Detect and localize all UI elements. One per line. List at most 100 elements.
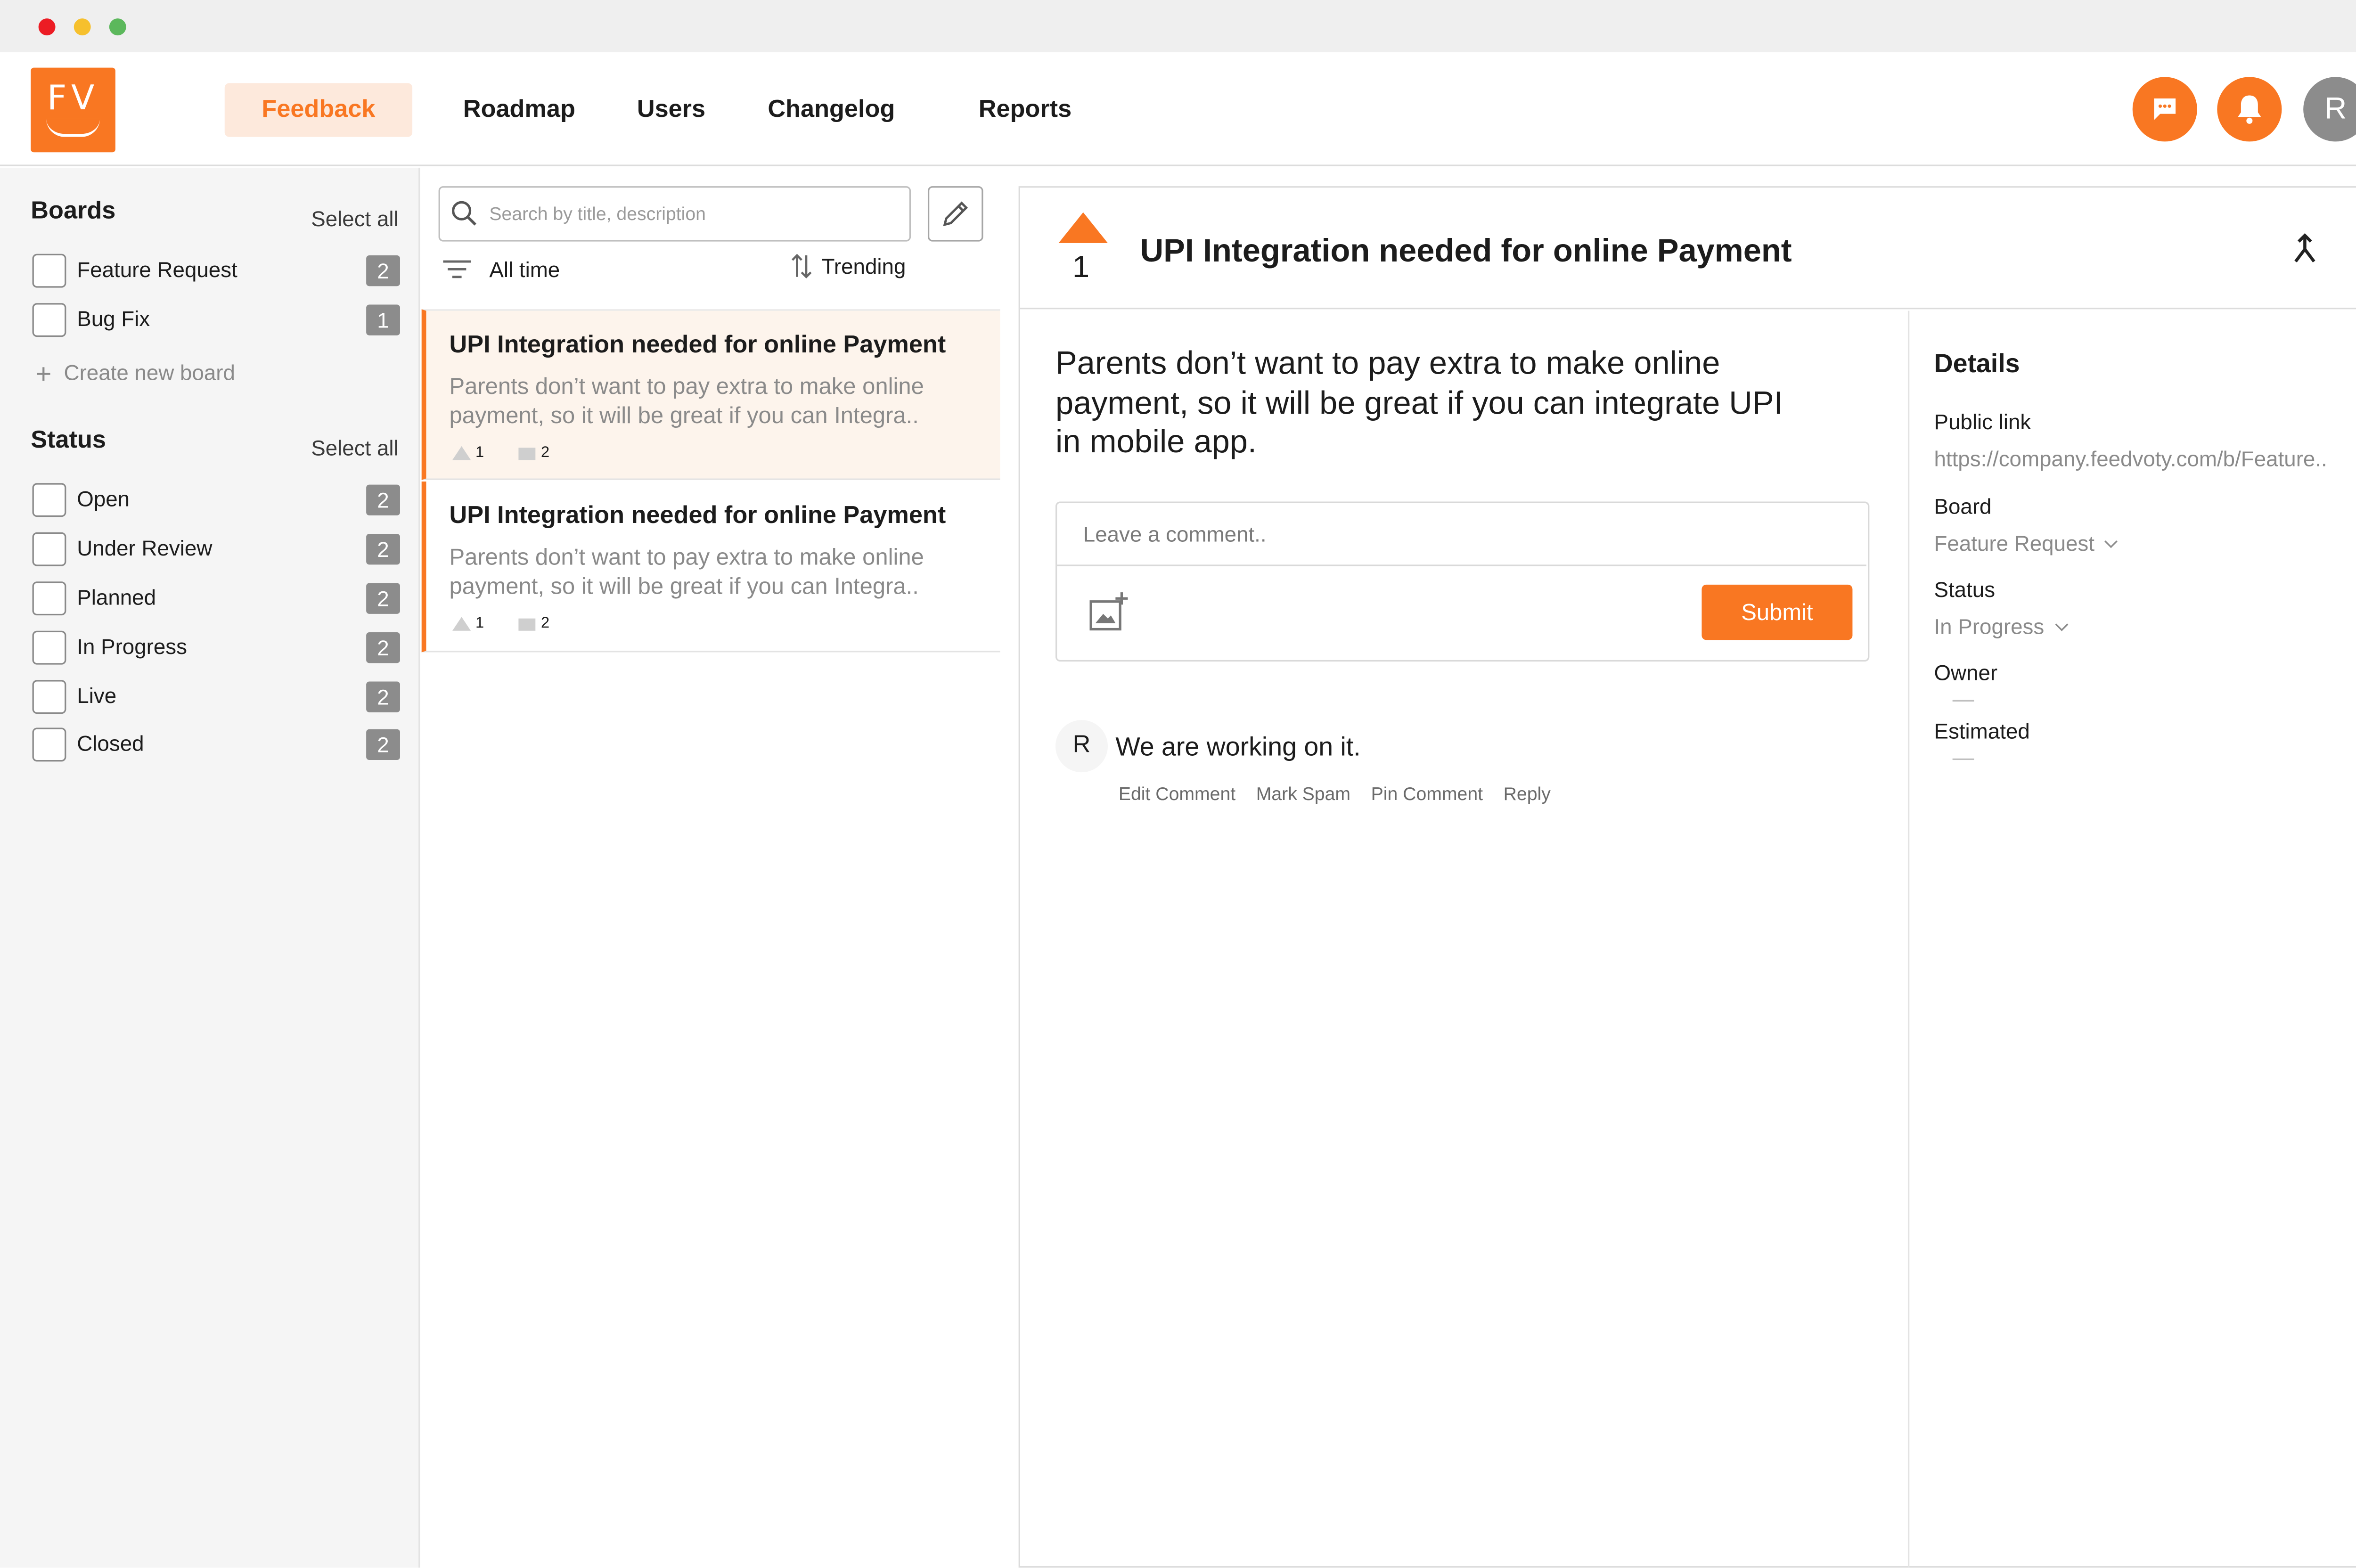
mark-spam-link[interactable]: Mark Spam: [1256, 783, 1350, 805]
notifications-button[interactable]: [2217, 77, 2282, 142]
plus-icon: +: [35, 358, 52, 390]
board-label: Board: [1934, 494, 1992, 519]
upvote-icon: [452, 446, 471, 460]
count-badge: 1: [366, 304, 400, 335]
count-badge: 2: [366, 632, 400, 663]
details-heading: Details: [1934, 349, 2020, 379]
create-board-label: Create new board: [64, 360, 235, 385]
comment-composer: Submit: [1055, 501, 1870, 662]
window-minimize-button[interactable]: [74, 18, 91, 36]
status-label: Live: [77, 683, 117, 708]
detail-vote-count: 1: [1072, 251, 1090, 285]
post-meta: 1 2: [452, 615, 549, 632]
new-post-button[interactable]: [927, 186, 983, 242]
checkbox[interactable]: [32, 581, 66, 616]
status-item-in-progress[interactable]: In Progress 2: [32, 629, 400, 666]
nav-changelog[interactable]: Changelog: [768, 83, 895, 137]
time-filter[interactable]: All time: [443, 254, 560, 285]
post-meta: 1 2: [452, 445, 549, 462]
boards-select-all[interactable]: Select all: [311, 206, 399, 231]
board-item-feature-request[interactable]: Feature Request 2: [32, 253, 400, 289]
status-value: In Progress: [1934, 613, 2045, 639]
status-label: Closed: [77, 731, 144, 756]
post-detail-header: 1 UPI Integration needed for online Paym…: [1020, 188, 2356, 310]
count-badge: 2: [366, 583, 400, 614]
sort-dropdown[interactable]: Trending: [791, 251, 906, 281]
chevron-down-icon: [2105, 535, 2118, 548]
window-close-button[interactable]: [38, 18, 56, 36]
create-board-button[interactable]: + Create new board: [35, 359, 235, 391]
upvote-icon: [452, 617, 471, 631]
status-label: Open: [77, 486, 130, 511]
post-list-panel: All time Trending UPI Integration needed…: [421, 167, 1000, 1568]
checkbox[interactable]: [32, 630, 66, 665]
status-item-planned[interactable]: Planned 2: [32, 580, 400, 617]
status-label: Planned: [77, 584, 156, 610]
count-badge: 2: [366, 484, 400, 515]
bell-icon: [2238, 95, 2261, 124]
post-description-line: payment, so it will be great if you can …: [449, 573, 919, 600]
checkbox[interactable]: [32, 727, 66, 762]
vote-count: 1: [475, 444, 484, 462]
status-item-live[interactable]: Live 2: [32, 678, 400, 715]
board-select[interactable]: Feature Request: [1934, 531, 2118, 555]
filter-label: All time: [489, 257, 560, 282]
post-body: Parents don’t want to pay extra to make …: [1055, 344, 1840, 462]
user-avatar[interactable]: R: [2303, 77, 2356, 142]
checkbox[interactable]: [32, 483, 66, 517]
logo-text: FV: [47, 80, 99, 119]
comment-text: We are working on it.: [1115, 732, 1361, 762]
reply-link[interactable]: Reply: [1504, 783, 1551, 805]
window-maximize-button[interactable]: [109, 18, 126, 36]
status-item-closed[interactable]: Closed 2: [32, 726, 400, 763]
post-card[interactable]: UPI Integration needed for online Paymen…: [421, 482, 1000, 653]
status-label: In Progress: [77, 634, 188, 659]
add-image-icon[interactable]: [1088, 591, 1131, 634]
comment-avatar: R: [1055, 720, 1108, 773]
status-label: Under Review: [77, 535, 213, 560]
merge-icon[interactable]: [2288, 231, 2322, 268]
post-title: UPI Integration needed for online Paymen…: [449, 332, 946, 359]
checkbox[interactable]: [32, 532, 66, 566]
status-heading: Status: [31, 427, 106, 454]
owner-empty-value[interactable]: [1952, 700, 1974, 702]
post-description-line: payment, so it will be great if you can …: [449, 403, 919, 430]
chat-button[interactable]: [2132, 77, 2197, 142]
status-label: Status: [1934, 577, 1996, 602]
post-title: UPI Integration needed for online Paymen…: [449, 503, 946, 530]
public-link-label: Public link: [1934, 409, 2031, 434]
post-detail-panel: 1 UPI Integration needed for online Paym…: [1018, 186, 2356, 1568]
edit-comment-link[interactable]: Edit Comment: [1119, 783, 1235, 805]
public-link-value[interactable]: https://company.feedvoty.com/b/Feature..: [1934, 446, 2327, 471]
details-sidebar: Details Public link https://company.feed…: [1907, 310, 2356, 1568]
app-logo[interactable]: FV: [31, 67, 115, 153]
search-input[interactable]: [489, 188, 890, 239]
nav-feedback[interactable]: Feedback: [224, 83, 413, 137]
comment-count: 2: [540, 615, 550, 633]
pin-comment-link[interactable]: Pin Comment: [1371, 783, 1483, 805]
status-select-all[interactable]: Select all: [311, 435, 399, 460]
status-item-under-review[interactable]: Under Review 2: [32, 531, 400, 568]
status-item-open[interactable]: Open 2: [32, 482, 400, 518]
status-select[interactable]: In Progress: [1934, 613, 2068, 639]
logo-smile-icon: [46, 118, 100, 137]
comment-input[interactable]: [1057, 503, 1866, 566]
nav-users[interactable]: Users: [637, 83, 705, 137]
post-body-line: in mobile app.: [1055, 425, 1257, 460]
search-box[interactable]: [438, 186, 911, 242]
board-item-bug-fix[interactable]: Bug Fix 1: [32, 302, 400, 338]
count-badge: 2: [366, 681, 400, 712]
checkbox[interactable]: [32, 303, 66, 337]
post-card[interactable]: UPI Integration needed for online Paymen…: [421, 309, 1000, 480]
checkbox[interactable]: [32, 680, 66, 714]
nav-reports[interactable]: Reports: [979, 83, 1072, 137]
comment-count: 2: [540, 444, 550, 462]
comment-actions: Edit Comment Mark Spam Pin Comment Reply: [1119, 783, 1566, 805]
estimated-empty-value[interactable]: [1952, 758, 1974, 760]
upvote-button[interactable]: [1058, 212, 1108, 243]
checkbox[interactable]: [32, 253, 66, 288]
chevron-down-icon: [2054, 618, 2068, 631]
submit-button[interactable]: Submit: [1702, 584, 1853, 640]
comment-icon: [517, 618, 535, 630]
nav-roadmap[interactable]: Roadmap: [463, 83, 575, 137]
